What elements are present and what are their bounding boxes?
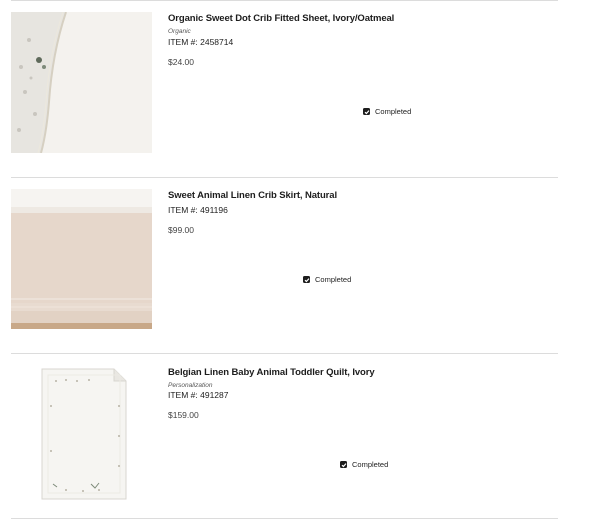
checkbox-checked-icon xyxy=(363,108,370,115)
item-number: ITEM #: 2458714 xyxy=(168,37,234,47)
product-title[interactable]: Belgian Linen Baby Animal Toddler Quilt,… xyxy=(168,367,375,378)
status: Completed xyxy=(303,275,351,284)
product-tag: Personalization xyxy=(168,382,213,389)
product-image[interactable] xyxy=(11,12,152,153)
checkbox-checked-icon xyxy=(340,461,347,468)
status-label: Completed xyxy=(375,107,412,116)
item-number: ITEM #: 491287 xyxy=(168,390,229,400)
product-image[interactable] xyxy=(11,366,152,506)
status-label: Completed xyxy=(315,275,352,284)
checkbox-checked-icon xyxy=(303,276,310,283)
product-title[interactable]: Organic Sweet Dot Crib Fitted Sheet, Ivo… xyxy=(168,13,394,24)
product-title[interactable]: Sweet Animal Linen Crib Skirt, Natural xyxy=(168,190,337,201)
status-label: Completed xyxy=(352,460,389,469)
product-price: $99.00 xyxy=(168,225,194,235)
divider xyxy=(11,177,558,178)
divider xyxy=(11,353,558,354)
status: Completed xyxy=(363,107,411,116)
product-price: $24.00 xyxy=(168,57,194,67)
product-image[interactable] xyxy=(11,189,152,329)
status: Completed xyxy=(340,460,388,469)
divider xyxy=(11,0,558,1)
product-tag: Organic xyxy=(168,28,191,35)
product-price: $159.00 xyxy=(168,410,199,420)
item-number: ITEM #: 491196 xyxy=(168,205,228,215)
